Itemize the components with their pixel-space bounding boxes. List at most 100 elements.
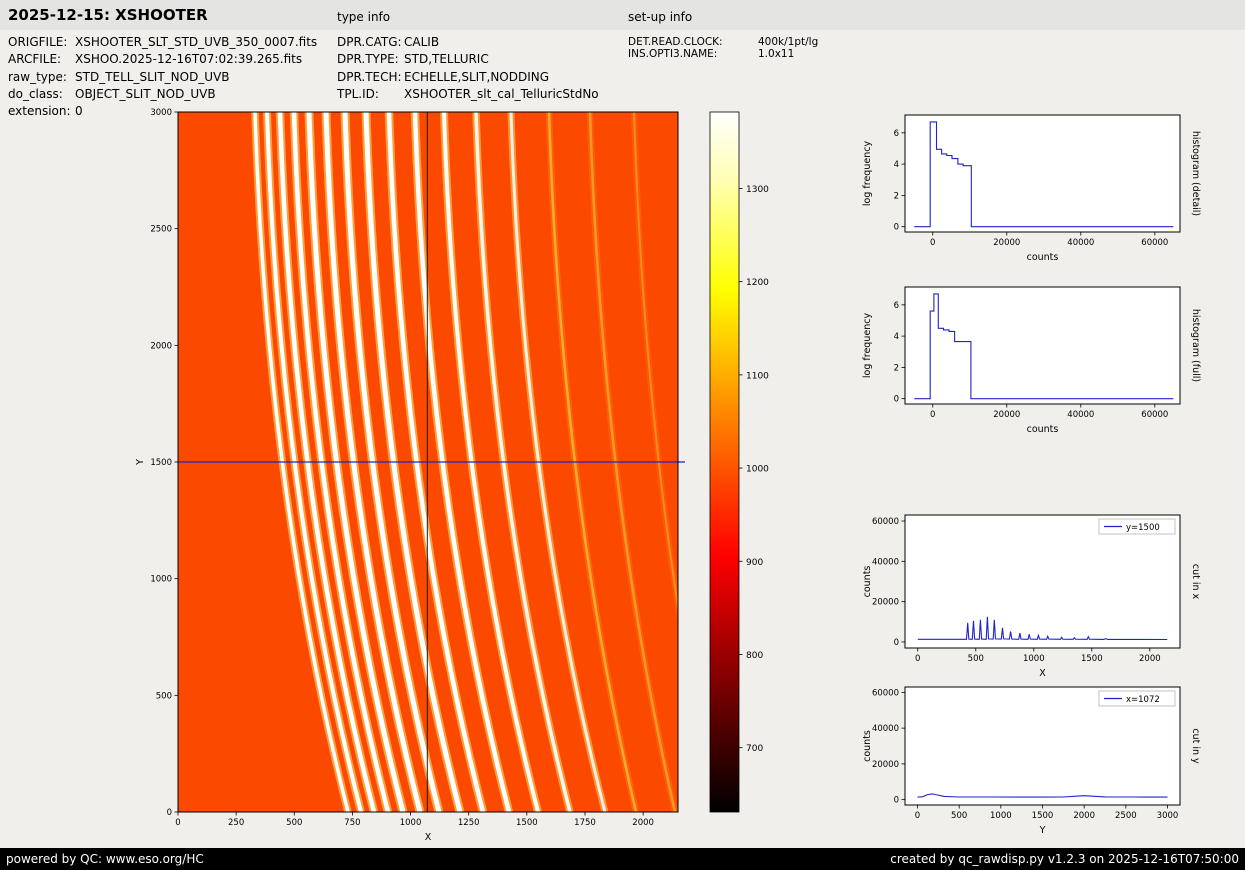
svg-text:1500: 1500: [1032, 811, 1054, 821]
svg-text:X: X: [1039, 668, 1046, 679]
svg-text:2: 2: [894, 363, 899, 373]
svg-text:1200: 1200: [746, 278, 769, 288]
svg-text:500: 500: [951, 811, 967, 821]
svg-text:40000: 40000: [872, 557, 899, 567]
type-info-heading: type info: [337, 10, 391, 24]
histogram-full-plot: 0 20000 40000 60000 0 2 4 6 counts log frequency h…: [862, 286, 1201, 435]
svg-text:4: 4: [894, 332, 899, 342]
arcfile-value: XSHOO.2025-12-16T07:02:39.265.fits: [75, 52, 303, 66]
svg-text:900: 900: [746, 558, 763, 568]
cut-in-x-plot: 0 500 1000 1500 20000200004000060000Xcounts c…: [862, 514, 1201, 679]
dpr-type-value: STD,TELLURIC: [404, 52, 489, 66]
origfile-label: ORIGFILE:: [8, 35, 68, 49]
svg-text:1500: 1500: [150, 458, 172, 468]
ins-opti3-name-label: INS.OPTI3.NAME:: [628, 48, 718, 60]
svg-text:2500: 2500: [150, 225, 172, 235]
footer-created-by: created by qc_rawdisp.py v1.2.3 on 2025-…: [890, 852, 1239, 866]
svg-text:0: 0: [894, 395, 899, 405]
svg-text:20000: 20000: [872, 760, 899, 770]
svg-text:40000: 40000: [1067, 238, 1094, 248]
svg-text:counts: counts: [1027, 252, 1059, 263]
dpr-type-label: DPR.TYPE:: [337, 52, 399, 66]
svg-text:800: 800: [746, 651, 763, 661]
svg-text:60000: 60000: [1141, 238, 1168, 248]
svg-text:Y: Y: [1039, 825, 1046, 836]
dpr-catg-label: DPR.CATG:: [337, 35, 402, 49]
svg-text:cut in y: cut in y: [1190, 728, 1201, 764]
svg-text:0: 0: [930, 410, 935, 420]
ins-opti3-name-value: 1.0x11: [758, 48, 795, 60]
svg-text:1750: 1750: [574, 818, 596, 828]
svg-text:counts: counts: [862, 566, 873, 598]
svg-text:500: 500: [156, 691, 172, 701]
do-class-value: OBJECT_SLIT_NOD_UVB: [75, 87, 216, 101]
svg-text:counts: counts: [862, 730, 873, 762]
extension-value: 0: [75, 104, 83, 118]
header-bar: 2025-12-15: XSHOOTER type info set-up in…: [0, 0, 1245, 30]
svg-text:60000: 60000: [872, 517, 899, 527]
page-title: 2025-12-15: XSHOOTER: [8, 6, 208, 24]
footer-bar: powered by QC: www.eso.org/HC created by…: [0, 848, 1245, 870]
svg-text:0: 0: [175, 818, 180, 828]
svg-text:2000: 2000: [1073, 811, 1095, 821]
svg-text:3000: 3000: [150, 108, 172, 118]
svg-text:0: 0: [167, 808, 172, 818]
tpl-id-value: XSHOOTER_slt_cal_TelluricStdNo: [404, 87, 599, 101]
histogram-detail-plot: 0 20000 40000 60000 0 2 4 6 counts log frequency h…: [862, 114, 1201, 263]
svg-text:2000: 2000: [632, 818, 654, 828]
do-class-label: do_class:: [8, 87, 63, 101]
svg-text:2000: 2000: [1139, 654, 1161, 664]
cut-in-y-plot: 0 500 1000 1500 2000 2500 3000 0 20000 40000 60000…: [862, 686, 1201, 836]
svg-text:750: 750: [344, 818, 360, 828]
svg-text:250: 250: [228, 818, 244, 828]
svg-text:500: 500: [286, 818, 302, 828]
svg-text:1000: 1000: [746, 465, 769, 475]
svg-text:histogram (full): histogram (full): [1190, 309, 1201, 382]
svg-text:0: 0: [930, 238, 935, 248]
svg-text:6: 6: [894, 301, 899, 311]
svg-text:3000: 3000: [1157, 811, 1179, 821]
dpr-tech-label: DPR.TECH:: [337, 70, 402, 84]
tpl-id-label: TPL.ID:: [337, 87, 379, 101]
extension-label: extension:: [8, 104, 71, 118]
det-read-clock-value: 400k/1pt/lg: [758, 36, 819, 48]
svg-text:1000: 1000: [1023, 654, 1045, 664]
svg-text:1100: 1100: [746, 371, 769, 381]
svg-text:500: 500: [968, 654, 984, 664]
svg-text:20000: 20000: [993, 238, 1020, 248]
svg-text:1000: 1000: [150, 575, 172, 585]
svg-text:1000: 1000: [400, 818, 422, 828]
footer-qc-link[interactable]: powered by QC: www.eso.org/HC: [6, 852, 204, 866]
svg-text:Y: Y: [135, 459, 146, 466]
svg-text:60000: 60000: [872, 688, 899, 698]
svg-text:log frequency: log frequency: [862, 313, 873, 379]
svg-text:X: X: [425, 832, 432, 843]
svg-text:2500: 2500: [1115, 811, 1137, 821]
svg-text:6: 6: [894, 129, 899, 139]
svg-text:0: 0: [915, 811, 920, 821]
svg-text:2000: 2000: [150, 341, 172, 351]
svg-text:log frequency: log frequency: [862, 141, 873, 207]
svg-text:700: 700: [746, 744, 763, 754]
raw-type-label: raw_type:: [8, 70, 67, 84]
svg-text:x=1072: x=1072: [1126, 695, 1160, 705]
svg-text:0: 0: [915, 654, 920, 664]
svg-text:histogram (detail): histogram (detail): [1190, 131, 1201, 216]
svg-text:0: 0: [894, 638, 899, 648]
svg-text:20000: 20000: [993, 410, 1020, 420]
svg-text:1250: 1250: [458, 818, 480, 828]
svg-text:40000: 40000: [1067, 410, 1094, 420]
svg-text:4: 4: [894, 160, 899, 170]
svg-text:1500: 1500: [1081, 654, 1103, 664]
raw-type-value: STD_TELL_SLIT_NOD_UVB: [75, 70, 230, 84]
svg-text:2: 2: [894, 191, 899, 201]
det-read-clock-label: DET.READ.CLOCK:: [628, 36, 723, 48]
raw-frame-image-plot: 0 250 500 750 1000 1250 1500 1750 2000 0 500 1000 15…: [135, 108, 685, 843]
svg-text:1300: 1300: [746, 185, 769, 195]
arcfile-label: ARCFILE:: [8, 52, 62, 66]
dpr-catg-value: CALIB: [404, 35, 440, 49]
colorbar: 700 800 900 1000 1100 1200 1300: [709, 111, 769, 813]
svg-text:1000: 1000: [990, 811, 1012, 821]
dpr-tech-value: ECHELLE,SLIT,NODDING: [404, 70, 550, 84]
svg-text:cut in x: cut in x: [1190, 564, 1201, 600]
